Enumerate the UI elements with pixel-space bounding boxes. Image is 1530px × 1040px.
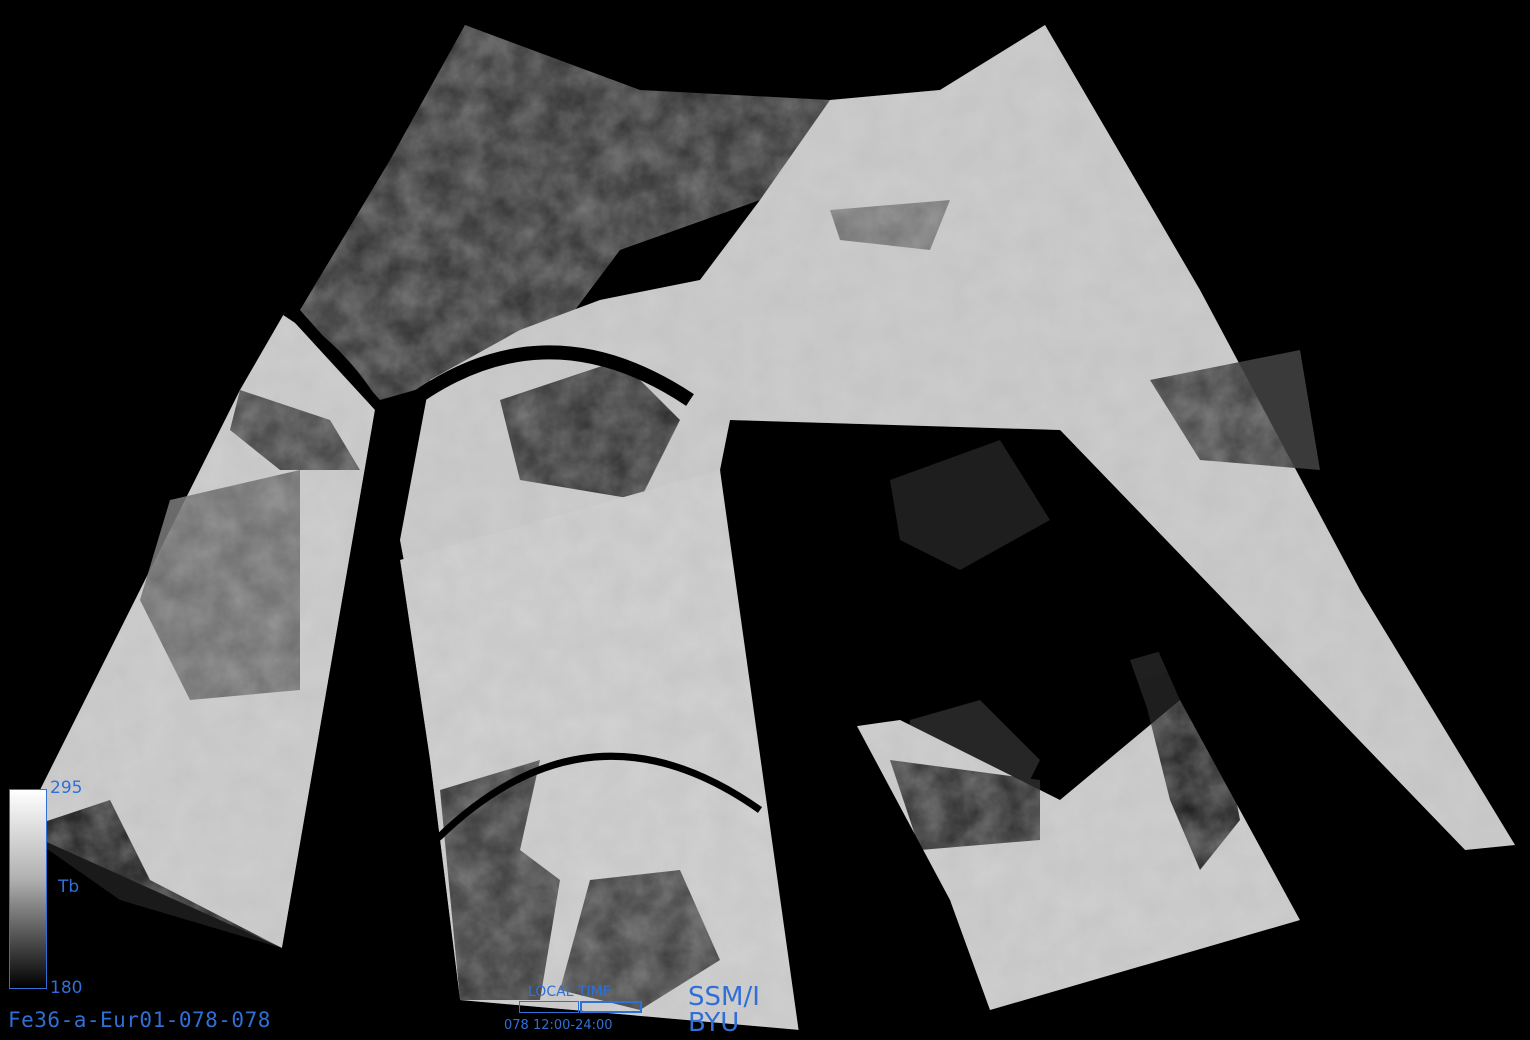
local-time-range-label: 078 12:00-24:00 [504,1018,613,1033]
colorbar [9,789,47,989]
image-id-label: Fe36-a-Eur01-078-078 [8,1008,271,1032]
local-time-afternoon-box [580,1001,642,1013]
local-time-morning-box [519,1001,579,1013]
colorbar-max-label: 295 [50,778,83,798]
brightness-temperature-map [20,25,1515,1040]
colorbar-unit-label: Tb [58,877,80,897]
local-time-label: LOCAL TIME [528,984,612,1000]
colorbar-min-label: 180 [50,978,83,998]
organization-label: BYU [688,1008,740,1038]
